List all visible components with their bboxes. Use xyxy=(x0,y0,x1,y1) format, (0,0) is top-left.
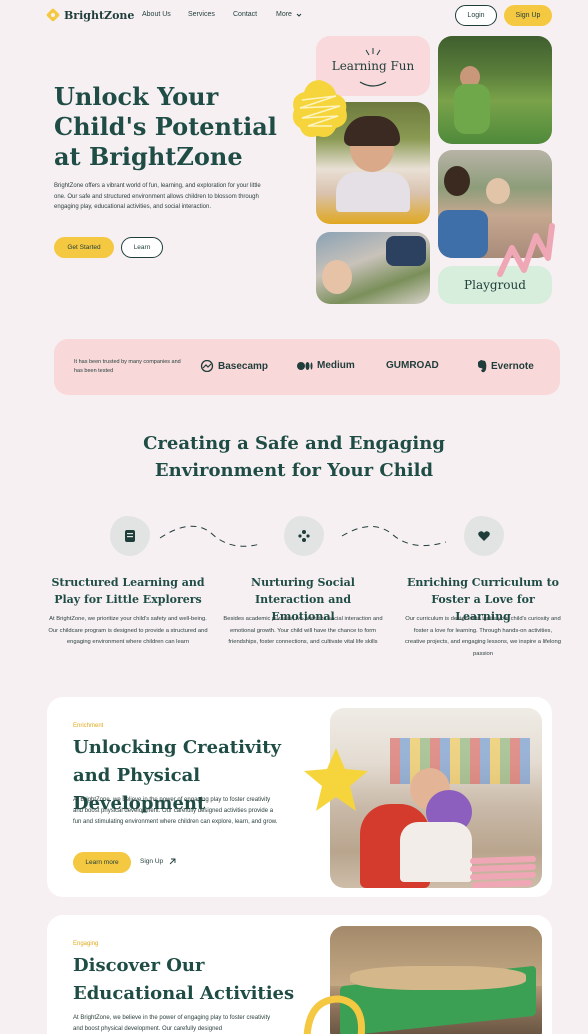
learn-button[interactable]: Learn xyxy=(121,237,163,258)
feature-desc-1: At BrightZone, we prioritize your child'… xyxy=(48,616,208,645)
card1-eyebrow: Enrichment xyxy=(73,723,104,729)
enrichment-card: Enrichment Unlocking Creativity and Phys… xyxy=(47,697,552,897)
yellow-star-icon xyxy=(304,748,368,811)
child-photo-4 xyxy=(316,232,430,304)
book-icon xyxy=(125,530,135,542)
nav-more-label: More xyxy=(276,11,292,18)
card1-signup-link[interactable]: Sign Up xyxy=(140,858,176,865)
trust-bar: It has been trusted by many companies an… xyxy=(54,339,560,395)
playground-label: Playgroud xyxy=(464,278,526,292)
brand-medium-label: Medium xyxy=(317,360,355,371)
chevron-down-icon xyxy=(296,13,302,17)
heart-icon xyxy=(478,531,490,541)
card2-description: At BrightZone, we believe in the power o… xyxy=(73,1015,271,1032)
nav-link-services[interactable]: Services xyxy=(188,11,215,18)
child-photo-2 xyxy=(438,36,552,144)
feature-desc-3: Our curriculum is designed to ignite you… xyxy=(405,616,561,657)
get-started-button[interactable]: Get Started xyxy=(54,237,114,258)
hero-description: BrightZone offers a vibrant world of fun… xyxy=(54,183,261,210)
brand-evernote: Evernote xyxy=(476,360,534,373)
card1-description: At BrightZone, we believe in the power o… xyxy=(73,797,278,825)
feature-title-1: Structured Learning and Play for Little … xyxy=(51,576,205,606)
learn-more-button[interactable]: Learn more xyxy=(73,852,131,873)
brand-basecamp: Basecamp xyxy=(200,360,268,372)
brand-basecamp-label: Basecamp xyxy=(218,360,269,372)
nav-link-more[interactable]: More xyxy=(276,11,302,18)
brand-gumroad: GUMROAD xyxy=(386,360,439,371)
engaging-card: Engaging Discover Our Educational Activi… xyxy=(47,915,552,1034)
brand-name: BrightZone xyxy=(64,8,135,22)
brand-medium: Medium xyxy=(297,360,355,371)
people-icon xyxy=(298,530,310,542)
yellow-scribble-icon xyxy=(292,80,347,137)
feature-desc-2: Besides academic pursuits, we prioritize… xyxy=(223,616,383,645)
login-button[interactable]: Login xyxy=(455,5,497,26)
card1-signup-label: Sign Up xyxy=(140,858,164,865)
trust-text: It has been trusted by many companies an… xyxy=(74,359,181,374)
features-title: Creating a Safe and Engaging Environment… xyxy=(143,433,445,481)
learning-fun-label: Learning Fun xyxy=(331,59,415,73)
basecamp-icon xyxy=(200,360,214,372)
feature-icon-3 xyxy=(464,516,504,556)
top-nav: BrightZone About Us Services Contact Mor… xyxy=(0,0,588,32)
feature-icon-2 xyxy=(284,516,324,556)
feature-icon-1 xyxy=(110,516,150,556)
brand-gumroad-label: GUMROAD xyxy=(386,360,439,371)
logo-icon xyxy=(46,8,60,22)
pink-zigzag-icon xyxy=(497,223,555,277)
card2-eyebrow: Engaging xyxy=(73,941,99,947)
pink-scribble-icon xyxy=(470,856,536,888)
arrow-up-right-icon xyxy=(169,858,176,865)
yellow-ring-icon xyxy=(303,995,366,1034)
signup-button[interactable]: Sign Up xyxy=(504,5,552,26)
hero-title: Unlock Your Child's Potential at BrightZ… xyxy=(54,82,277,171)
nav-link-about[interactable]: About Us xyxy=(142,11,171,18)
nav-link-contact[interactable]: Contact xyxy=(233,11,257,18)
card2-title: Discover Our Educational Activities xyxy=(73,955,295,1004)
brand-evernote-label: Evernote xyxy=(491,361,534,372)
medium-icon xyxy=(297,361,313,370)
logo[interactable]: BrightZone xyxy=(46,8,134,22)
evernote-icon xyxy=(478,360,487,373)
